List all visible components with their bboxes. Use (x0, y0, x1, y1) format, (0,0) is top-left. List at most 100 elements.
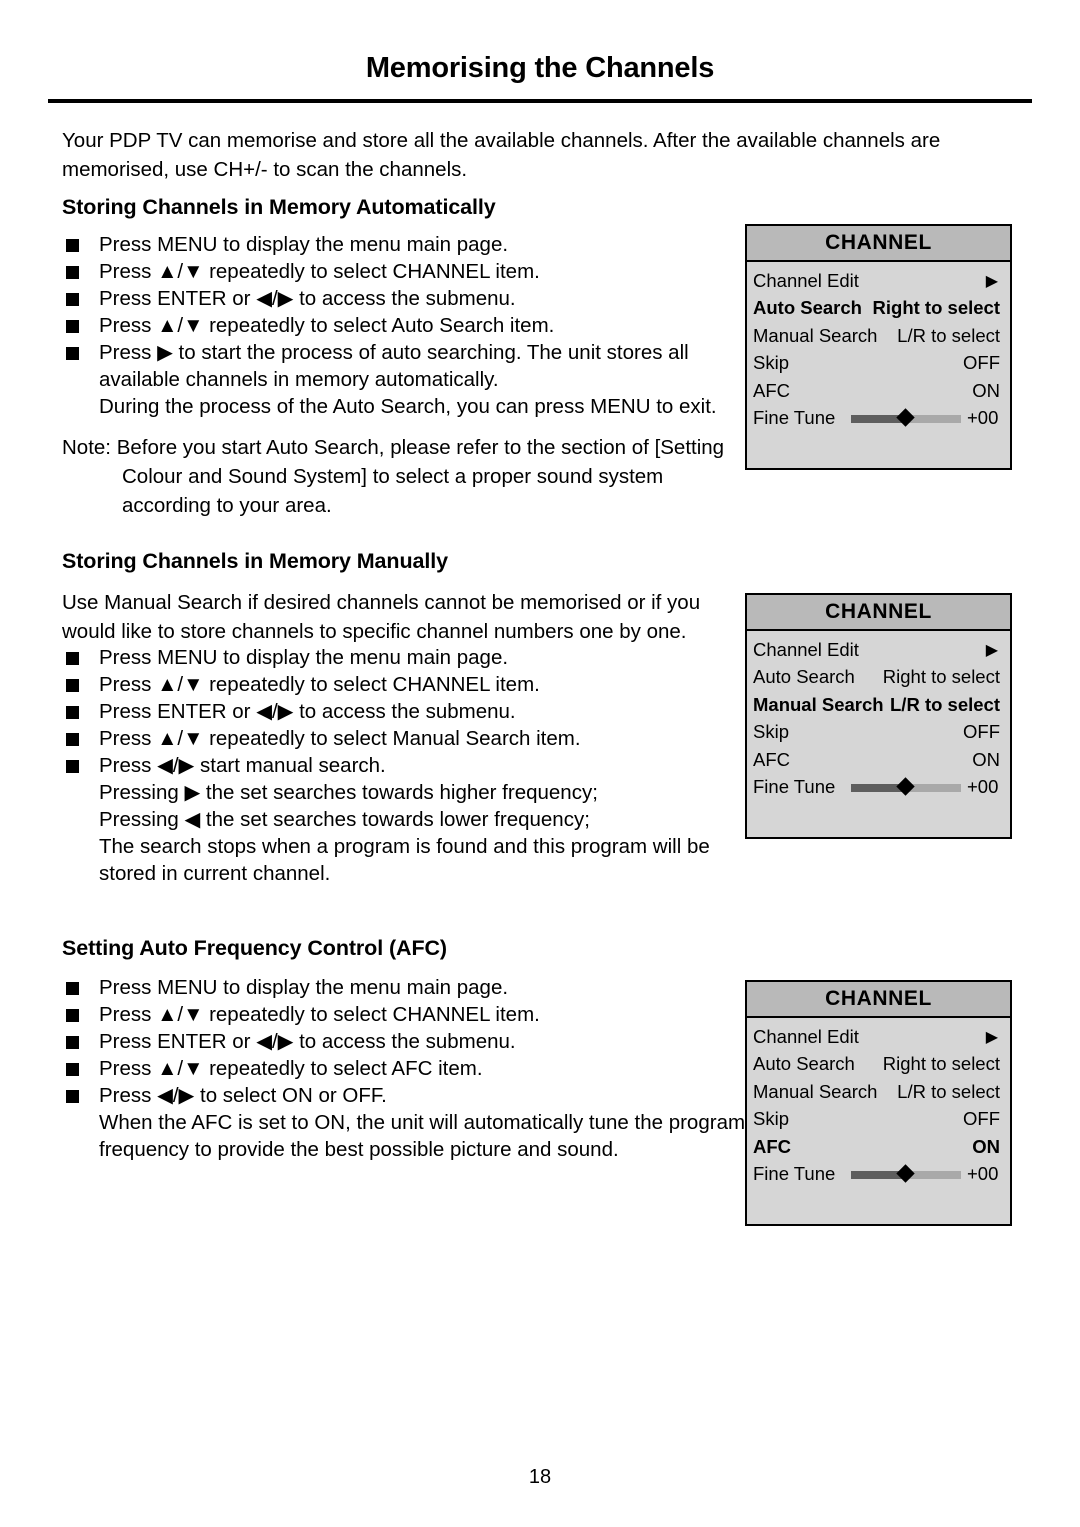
manual-lead-paragraph: Use Manual Search if desired channels ca… (62, 591, 701, 643)
manual-continuation-line: Pressing ◀ the set searches towards lowe… (99, 808, 590, 831)
osd-row-label: Manual Search (753, 324, 878, 346)
step-text: Press ▲/▼ repeatedly to select AFC item. (99, 1057, 483, 1080)
osd-row-fine-tune[interactable]: Fine Tune +00 (753, 1161, 1000, 1189)
note-label: Note: (62, 436, 111, 459)
bullet-square-icon (66, 982, 79, 995)
manual-page: Memorising the Channels Your PDP TV can … (0, 0, 1080, 1527)
fine-tune-value: +00 (967, 1163, 999, 1185)
osd-row-label: Skip (753, 1108, 789, 1130)
fine-tune-slider[interactable] (851, 777, 961, 796)
osd-row-fine-tune[interactable]: Fine Tune +00 (753, 405, 1000, 433)
bullet-square-icon (66, 1009, 79, 1022)
step-text: Press ▲/▼ repeatedly to select Manual Se… (99, 727, 581, 750)
osd-row-label: Channel Edit (753, 269, 859, 291)
step-text: Press ▶ to start the process of auto sea… (99, 341, 689, 391)
note-text: Before you start Auto Search, please ref… (116, 436, 725, 517)
osd-title: CHANNEL (747, 595, 1010, 631)
osd-row-afc[interactable]: AFC ON (753, 377, 1000, 405)
osd-row-label: Auto Search (753, 666, 855, 688)
osd-row-label: Skip (753, 721, 789, 743)
step-item: Press ENTER or ◀/▶ to access the submenu… (62, 285, 752, 312)
step-item: Press ◀/▶ start manual search. (62, 752, 752, 779)
step-text: Press ENTER or ◀/▶ to access the submenu… (99, 287, 516, 310)
step-text: Press MENU to display the menu main page… (99, 976, 509, 999)
page-number: 18 (528, 1466, 552, 1488)
osd-row-manual-search[interactable]: Manual Search L/R to select (753, 1078, 1000, 1106)
step-item: Press ▲/▼ repeatedly to select AFC item. (62, 1055, 762, 1082)
osd-title: CHANNEL (747, 982, 1010, 1018)
step-text: Press ◀/▶ start manual search. (99, 754, 386, 777)
osd-row-skip[interactable]: Skip OFF (753, 350, 1000, 378)
step-item: Press MENU to display the menu main page… (62, 644, 752, 671)
note-block: Note: Before you start Auto Search, plea… (62, 433, 752, 520)
manual-continuation-line: The search stops when a program is found… (99, 835, 710, 885)
osd-row-auto-search[interactable]: Auto Search Right to select (753, 295, 1000, 323)
osd-row-afc[interactable]: AFC ON (753, 746, 1000, 774)
osd-row-fine-tune[interactable]: Fine Tune +00 (753, 774, 1000, 802)
osd-row-channel-edit[interactable]: Channel Edit ▶ (753, 267, 1000, 295)
step-item: Press ▲/▼ repeatedly to select CHANNEL i… (62, 1001, 762, 1028)
osd-row-label: Auto Search (753, 1053, 855, 1075)
osd-row-manual-search[interactable]: Manual Search L/R to select (753, 691, 1000, 719)
osd-menu-afc[interactable]: CHANNEL Channel Edit ▶ Auto Search Right… (745, 980, 1012, 1226)
osd-row-label: Manual Search (753, 693, 884, 715)
osd-row-value: ON (972, 748, 1000, 770)
fine-tune-slider[interactable] (851, 408, 961, 427)
osd-row-label: AFC (753, 1135, 792, 1157)
section-heading-afc: Setting Auto Frequency Control (AFC) (62, 936, 447, 960)
steps-list-auto: Press MENU to display the menu main page… (62, 231, 752, 393)
header-divider (48, 99, 1032, 103)
osd-row-label: Channel Edit (753, 1025, 859, 1047)
osd-row-skip[interactable]: Skip OFF (753, 1106, 1000, 1134)
slider-diamond-handle[interactable] (896, 1164, 915, 1183)
osd-body: Channel Edit ▶ Auto Search Right to sele… (747, 1018, 1010, 1194)
step-text: Press ENTER or ◀/▶ to access the submenu… (99, 1030, 516, 1053)
osd-row-value: L/R to select (897, 324, 1000, 346)
bullet-square-icon (66, 239, 79, 252)
manual-continuation-line: Pressing ▶ the set searches towards high… (99, 781, 598, 804)
osd-row-label: AFC (753, 748, 790, 770)
osd-row-label: Fine Tune (753, 1163, 836, 1185)
osd-row-value: Right to select (872, 297, 1000, 319)
bullet-square-icon (66, 293, 79, 306)
bullet-square-icon (66, 1090, 79, 1103)
step-text: Press ▲/▼ repeatedly to select CHANNEL i… (99, 260, 540, 283)
osd-menu-auto-search[interactable]: CHANNEL Channel Edit ▶ Auto Search Right… (745, 224, 1012, 470)
step-text: Press ▲/▼ repeatedly to select CHANNEL i… (99, 1003, 540, 1026)
section-heading-manual: Storing Channels in Memory Manually (62, 549, 448, 573)
auto-continuation-line: During the process of the Auto Search, y… (99, 395, 717, 418)
fine-tune-value: +00 (967, 407, 999, 429)
slider-diamond-handle[interactable] (896, 408, 915, 427)
step-text: Press ◀/▶ to select ON or OFF. (99, 1084, 387, 1107)
step-text: Press ENTER or ◀/▶ to access the submenu… (99, 700, 516, 723)
osd-row-label: Skip (753, 352, 789, 374)
osd-menu-manual-search[interactable]: CHANNEL Channel Edit ▶ Auto Search Right… (745, 593, 1012, 839)
slider-diamond-handle[interactable] (896, 777, 915, 796)
osd-row-auto-search[interactable]: Auto Search Right to select (753, 664, 1000, 692)
bullet-square-icon (66, 652, 79, 665)
step-text: Press MENU to display the menu main page… (99, 233, 509, 256)
step-item: Press ▲/▼ repeatedly to select CHANNEL i… (62, 258, 752, 285)
fine-tune-slider[interactable] (851, 1164, 961, 1183)
bullet-square-icon (66, 266, 79, 279)
osd-row-skip[interactable]: Skip OFF (753, 719, 1000, 747)
bullet-square-icon (66, 706, 79, 719)
chevron-right-icon: ▶ (985, 1028, 998, 1046)
step-item: Press ▲/▼ repeatedly to select Manual Se… (62, 725, 752, 752)
steps-list-afc: Press MENU to display the menu main page… (62, 974, 762, 1109)
page-title: Memorising the Channels (365, 52, 715, 84)
bullet-square-icon (66, 347, 79, 360)
step-item: Press ◀/▶ to select ON or OFF. (62, 1082, 762, 1109)
fine-tune-value: +00 (967, 776, 999, 798)
intro-paragraph: Your PDP TV can memorise and store all t… (62, 129, 941, 181)
osd-row-value: Right to select (882, 666, 1000, 688)
step-text: Press ▲/▼ repeatedly to select CHANNEL i… (99, 673, 540, 696)
osd-row-manual-search[interactable]: Manual Search L/R to select (753, 322, 1000, 350)
bullet-square-icon (66, 1063, 79, 1076)
osd-body: Channel Edit ▶ Auto Search Right to sele… (747, 262, 1010, 438)
osd-row-afc[interactable]: AFC ON (753, 1133, 1000, 1161)
osd-row-auto-search[interactable]: Auto Search Right to select (753, 1051, 1000, 1079)
osd-row-channel-edit[interactable]: Channel Edit ▶ (753, 636, 1000, 664)
osd-row-channel-edit[interactable]: Channel Edit ▶ (753, 1023, 1000, 1051)
bullet-square-icon (66, 760, 79, 773)
